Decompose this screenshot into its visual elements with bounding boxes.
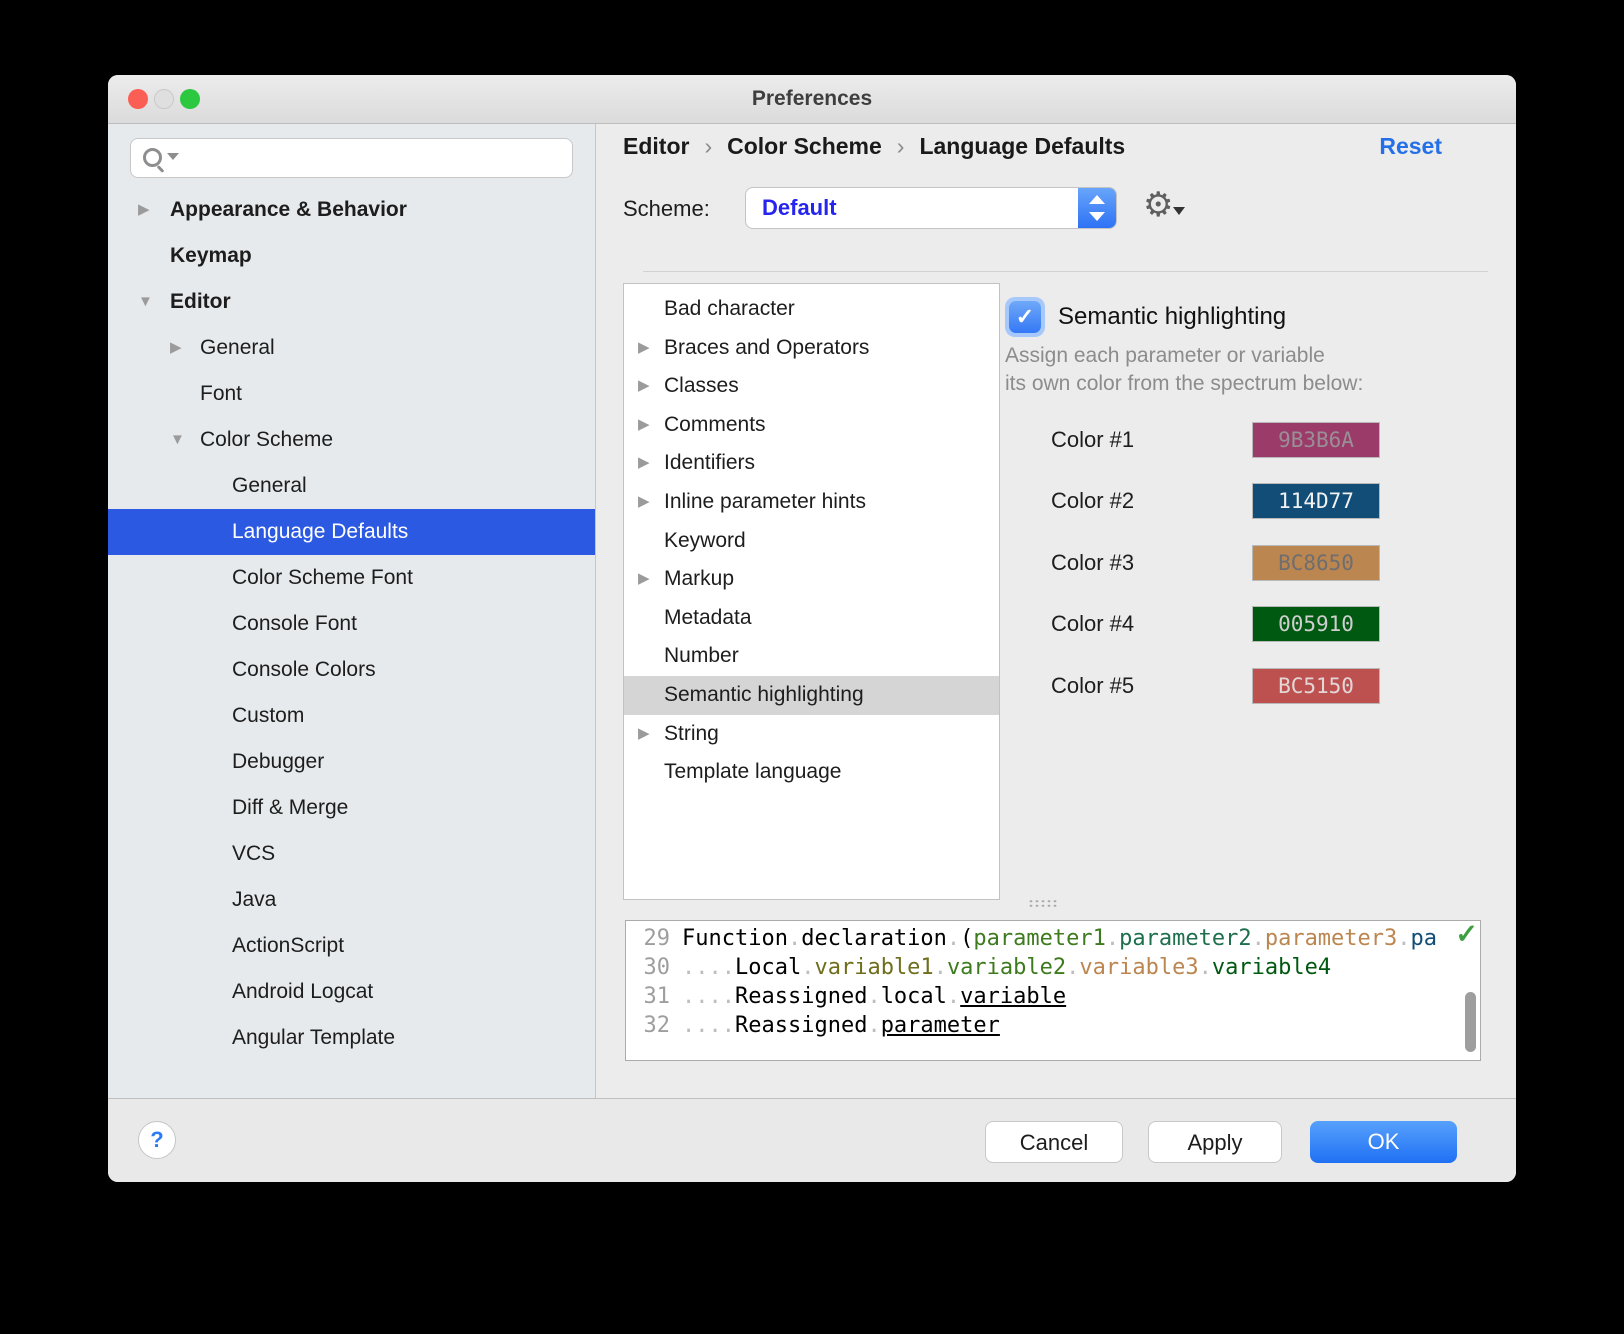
description-line-2: its own color from the spectrum below: [1005,372,1363,396]
color-4-swatch[interactable]: 005910 [1252,606,1380,642]
chevron-right-icon[interactable] [170,325,182,371]
preview-line: 30....Local.variable1.variable2.variable… [626,953,1480,982]
chevron-right-icon[interactable] [638,406,650,445]
window-title: Preferences [108,75,1516,123]
list-item-metadata[interactable]: Metadata [624,599,999,638]
breadcrumb-separator-icon [704,133,712,160]
breadcrumb-language-defaults: Language Defaults [919,133,1125,159]
preview-line: 29Function.declaration.(parameter1.param… [626,924,1480,953]
sidebar-item-language-defaults[interactable]: Language Defaults [108,509,595,555]
color-5-label: Color #5 [1051,673,1134,699]
scheme-selected-value: Default [762,188,837,228]
description-line-1: Assign each parameter or variable [1005,344,1325,368]
settings-sidebar: Appearance & Behavior Keymap Editor Gene… [108,124,596,1098]
search-icon [143,148,162,167]
chevron-down-icon[interactable] [170,417,185,463]
chevron-right-icon[interactable] [638,329,650,368]
ok-button[interactable]: OK [1310,1121,1457,1163]
footer-bar: ? Cancel Apply OK [108,1098,1516,1182]
inspections-ok-icon: ✓ [1455,920,1478,950]
color-2-label: Color #2 [1051,488,1134,514]
search-options-caret-icon[interactable] [167,153,179,160]
titlebar[interactable]: Preferences [108,75,1516,124]
chevron-down-icon [1089,212,1105,221]
sidebar-item-vcs[interactable]: VCS [108,831,595,877]
sidebar-item-angular-template[interactable]: Angular Template [108,1015,595,1061]
sidebar-item-color-scheme[interactable]: Color Scheme [108,417,595,463]
apply-button[interactable]: Apply [1148,1121,1282,1163]
list-item-string[interactable]: String [624,715,999,754]
breadcrumb: Editor Color Scheme Language Defaults [623,133,1125,160]
sidebar-item-console-font[interactable]: Console Font [108,601,595,647]
code-preview: 29Function.declaration.(parameter1.param… [625,920,1481,1061]
chevron-right-icon[interactable] [138,187,150,233]
list-item-keyword[interactable]: Keyword [624,522,999,561]
dropdown-caret-icon [1173,207,1185,215]
sidebar-item-custom[interactable]: Custom [108,693,595,739]
chevron-right-icon[interactable] [638,715,650,754]
sidebar-item-java[interactable]: Java [108,877,595,923]
splitter-handle[interactable] [1028,899,1058,908]
scheme-select[interactable]: Default [745,187,1117,229]
list-item-comments[interactable]: Comments [624,406,999,445]
chevron-right-icon[interactable] [638,367,650,406]
chevron-right-icon[interactable] [638,483,650,522]
color-1-swatch[interactable]: 9B3B6A [1252,422,1380,458]
color-4-label: Color #4 [1051,611,1134,637]
color-5-swatch[interactable]: BC5150 [1252,668,1380,704]
preferences-window: Preferences Appearance & Behavior Keymap… [108,75,1516,1182]
preview-line: 31....Reassigned.local.variable [626,982,1480,1011]
preview-line: 32....Reassigned.parameter [626,1011,1480,1040]
color-2-swatch[interactable]: 114D77 [1252,483,1380,519]
chevron-down-icon[interactable] [138,279,153,325]
list-item-identifiers[interactable]: Identifiers [624,444,999,483]
header-divider [643,271,1488,272]
color-3-swatch[interactable]: BC8650 [1252,545,1380,581]
scheme-stepper[interactable] [1078,188,1116,228]
sidebar-item-actionscript[interactable]: ActionScript [108,923,595,969]
help-button[interactable]: ? [138,1121,176,1159]
checkbox-label[interactable]: Semantic highlighting [1058,303,1286,331]
list-item-template-language[interactable]: Template language [624,753,999,792]
semantic-highlighting-checkbox[interactable]: ✓ [1005,297,1045,337]
cancel-button[interactable]: Cancel [985,1121,1123,1163]
reset-link[interactable]: Reset [1379,133,1442,160]
list-item-classes[interactable]: Classes [624,367,999,406]
scheme-actions-button[interactable]: ⚙ [1143,185,1173,225]
breadcrumb-editor[interactable]: Editor [623,133,689,159]
color-3-label: Color #3 [1051,550,1134,576]
chevron-up-icon [1089,195,1105,204]
sidebar-item-diff-merge[interactable]: Diff & Merge [108,785,595,831]
sidebar-item-console-colors[interactable]: Console Colors [108,647,595,693]
sidebar-item-android-logcat[interactable]: Android Logcat [108,969,595,1015]
color-1-label: Color #1 [1051,427,1134,453]
list-item-bad-character[interactable]: Bad character [624,290,999,329]
sidebar-item-debugger[interactable]: Debugger [108,739,595,785]
list-item-semantic-highlighting[interactable]: Semantic highlighting [624,676,999,715]
sidebar-item-general[interactable]: General [108,325,595,371]
sidebar-item-editor[interactable]: Editor [108,279,595,325]
element-list: Bad character Braces and Operators Class… [623,283,1000,900]
breadcrumb-color-scheme[interactable]: Color Scheme [727,133,882,159]
breadcrumb-separator-icon [897,133,905,160]
list-item-inline-parameter-hints[interactable]: Inline parameter hints [624,483,999,522]
sidebar-item-appearance-behavior[interactable]: Appearance & Behavior [108,187,595,233]
sidebar-item-color-scheme-font[interactable]: Color Scheme Font [108,555,595,601]
checkbox-check-icon: ✓ [1009,301,1041,333]
scheme-label: Scheme: [623,196,710,222]
list-item-braces-operators[interactable]: Braces and Operators [624,329,999,368]
sidebar-item-keymap[interactable]: Keymap [108,233,595,279]
list-item-number[interactable]: Number [624,637,999,676]
search-input[interactable] [130,138,573,178]
sidebar-item-color-scheme-general[interactable]: General [108,463,595,509]
chevron-right-icon[interactable] [638,560,650,599]
list-item-markup[interactable]: Markup [624,560,999,599]
sidebar-item-font[interactable]: Font [108,371,595,417]
preview-scrollbar[interactable] [1465,992,1476,1052]
chevron-right-icon[interactable] [638,444,650,483]
